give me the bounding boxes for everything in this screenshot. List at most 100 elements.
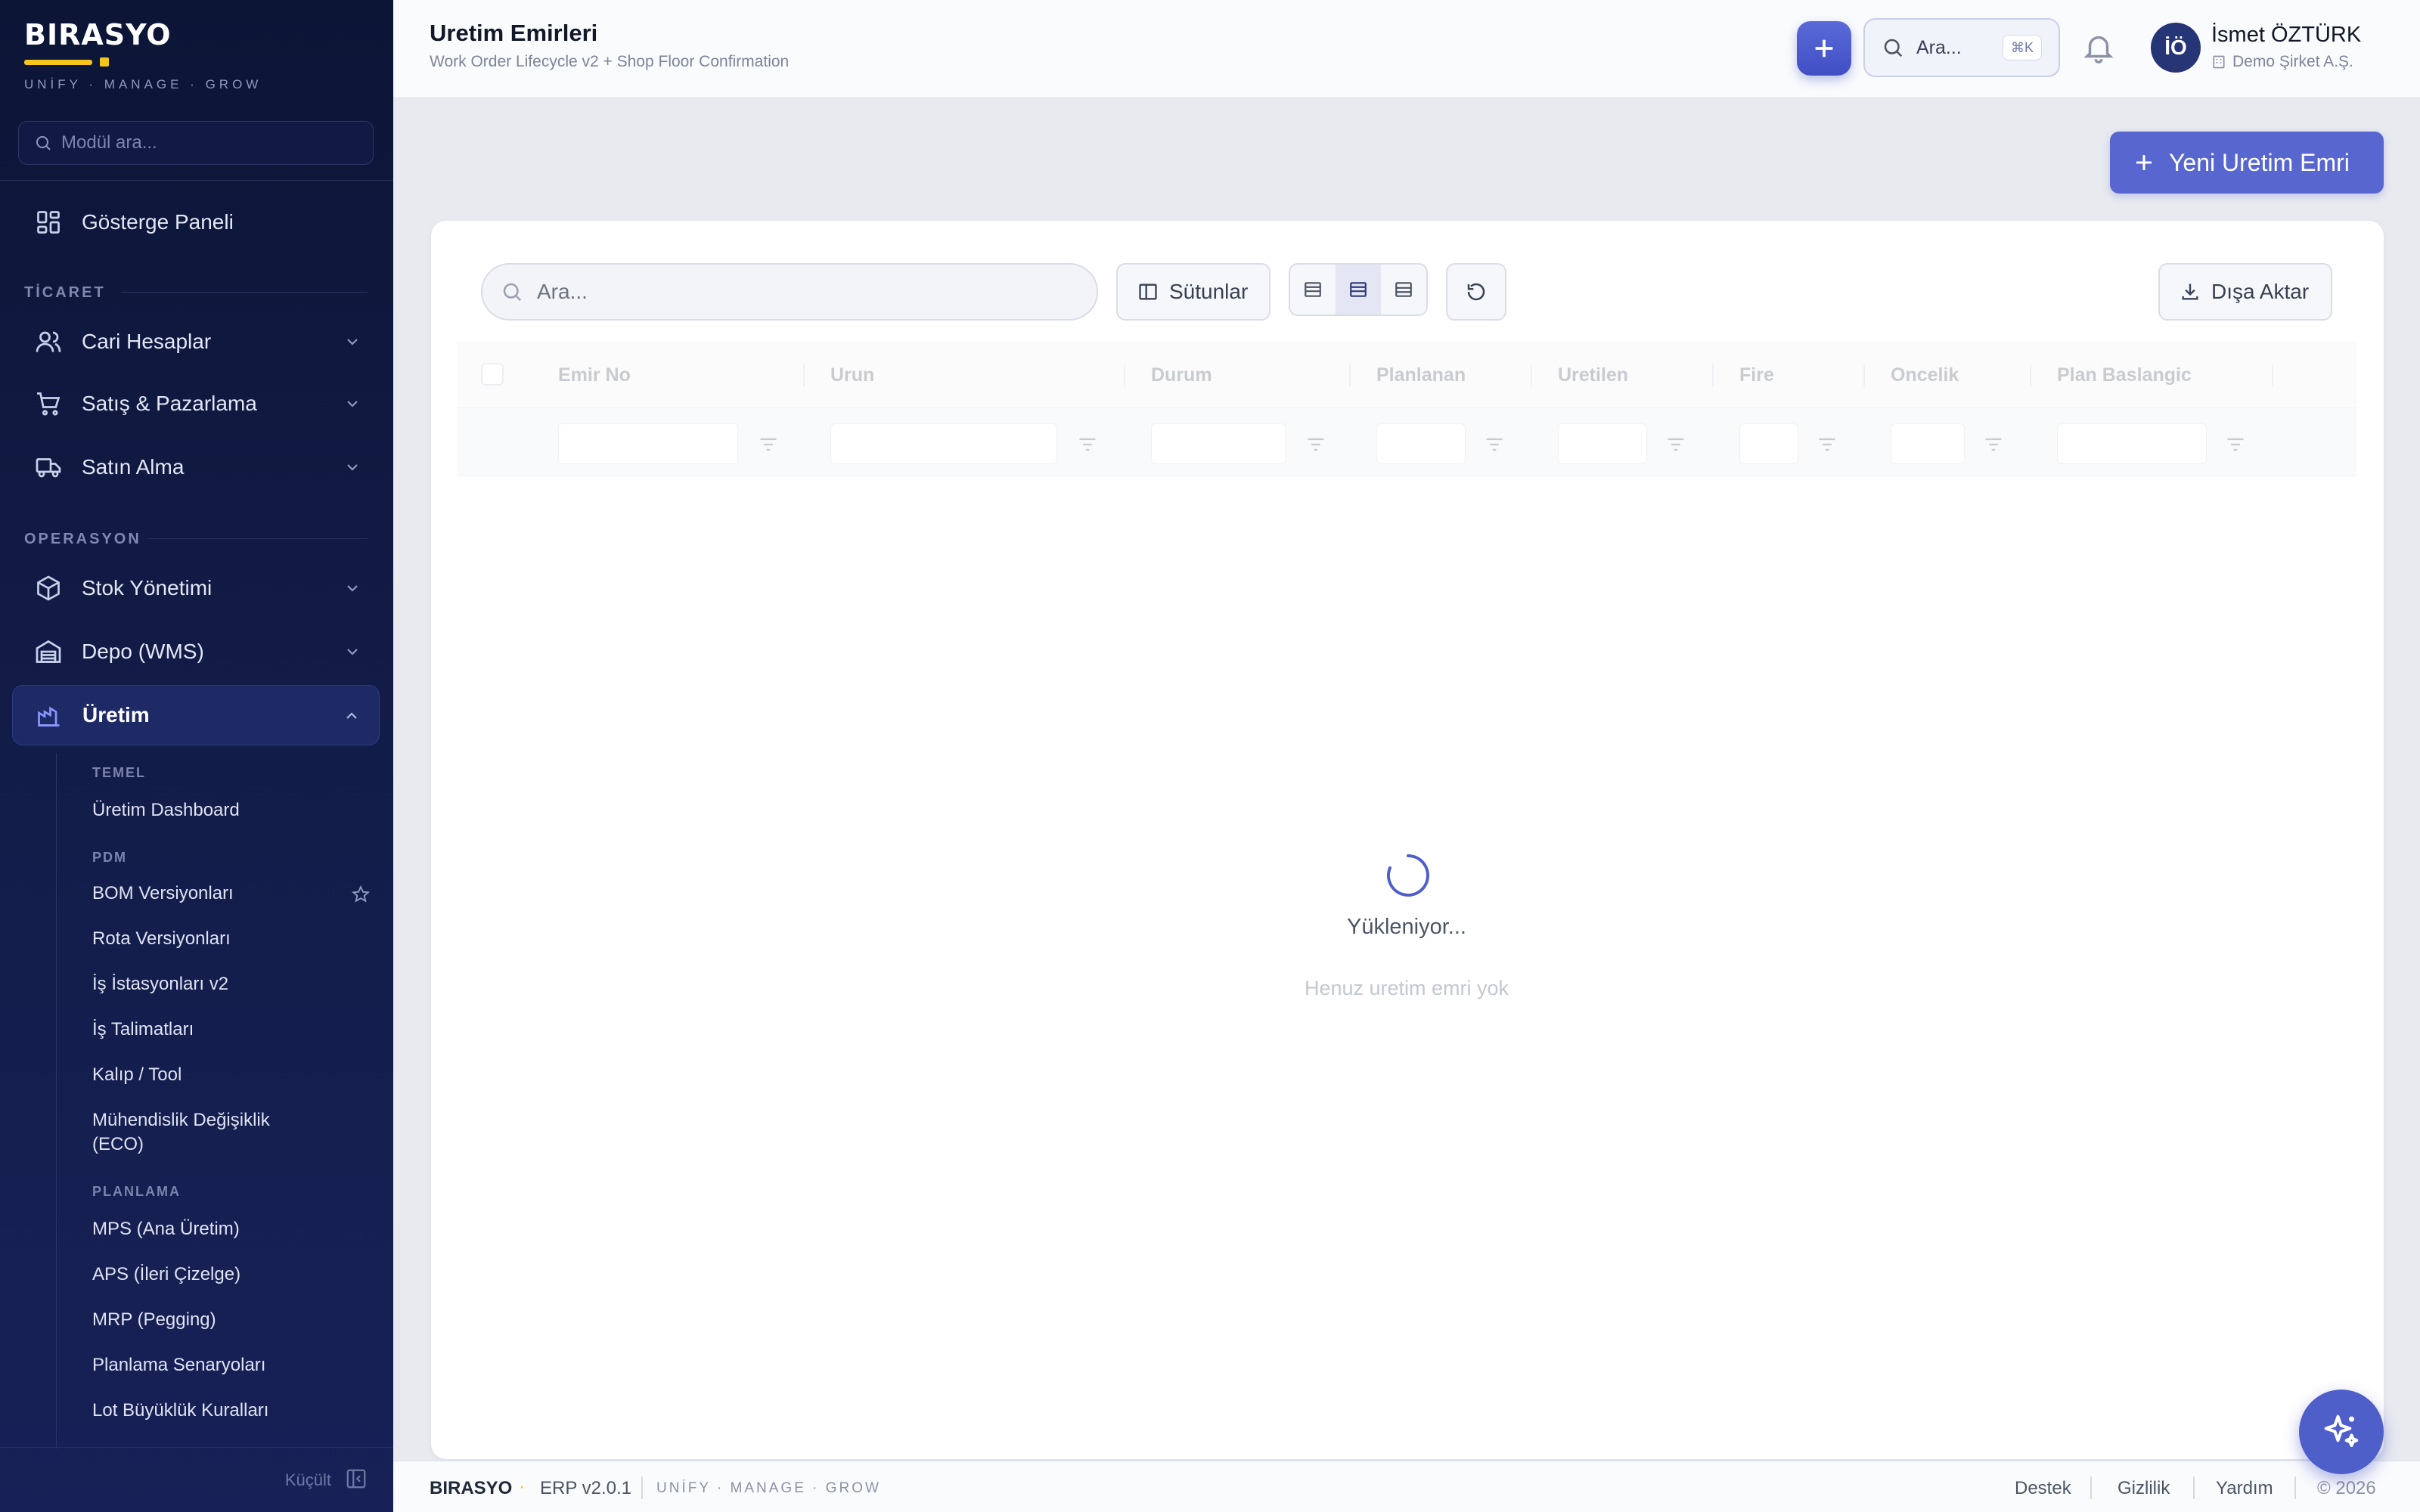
filter-icon[interactable]: [1665, 434, 1686, 455]
refresh-icon: [1467, 283, 1485, 301]
column-resizer[interactable]: [1349, 364, 1351, 387]
data-grid: Emir No Urun Durum Planlanan Uretilen Fi…: [457, 342, 2356, 1459]
star-icon[interactable]: [351, 885, 371, 904]
new-production-order-button[interactable]: Yeni Uretim Emri: [2110, 132, 2384, 194]
column-resizer[interactable]: [1712, 364, 1714, 387]
sidebar-item-stok-yonetimi[interactable]: Stok Yönetimi: [12, 558, 380, 618]
filter-icon[interactable]: [1983, 434, 2004, 455]
footer-tagline: UNİFY · MANAGE · GROW: [656, 1480, 881, 1496]
cart-icon: [33, 389, 64, 419]
filter-input-uretilen[interactable]: [1558, 423, 1647, 464]
grid-search-input[interactable]: Ara...: [481, 263, 1098, 321]
submenu-item-mps[interactable]: MPS (Ana Üretim): [92, 1217, 240, 1241]
section-label-commerce: TİCARET: [24, 284, 106, 301]
sidebar-item-depo-wms[interactable]: Depo (WMS): [12, 621, 380, 682]
chevron-down-icon: [347, 649, 358, 655]
loading-spinner-icon: [1387, 854, 1429, 897]
sidebar-item-label: Stok Yönetimi: [82, 576, 213, 600]
density-standard-button[interactable]: [1336, 265, 1381, 314]
column-header-oncelik[interactable]: Oncelik: [1891, 364, 1959, 386]
density-compact-button[interactable]: [1290, 265, 1336, 314]
refresh-button[interactable]: [1446, 263, 1506, 321]
footer-version: ERP v2.0.1: [540, 1478, 631, 1498]
quick-create-button[interactable]: [1797, 21, 1851, 76]
submenu-item-rota-versiyonlari[interactable]: Rota Versiyonları: [92, 927, 231, 951]
filter-input-planlanan[interactable]: [1376, 423, 1466, 464]
column-header-uretilen[interactable]: Uretilen: [1558, 364, 1628, 386]
chevron-down-icon: [347, 464, 358, 471]
submenu-heading-pdm: PDM: [92, 850, 127, 865]
submenu-item-lot-buyukluk[interactable]: Lot Büyüklük Kuralları: [92, 1399, 268, 1423]
submenu-item-is-talimatlari[interactable]: İş Talimatları: [92, 1018, 194, 1042]
export-button[interactable]: Dışa Aktar: [2158, 263, 2332, 321]
column-resizer[interactable]: [803, 364, 805, 387]
sidebar-collapse-button[interactable]: Küçült: [0, 1447, 393, 1512]
density-comfortable-button[interactable]: [1381, 265, 1426, 314]
plus-icon: [1815, 39, 1833, 57]
footer-divider: [2294, 1476, 2296, 1499]
brand-tagline: UNİFY · MANAGE · GROW: [24, 77, 262, 91]
filter-input-oncelik[interactable]: [1891, 423, 1965, 464]
footer-divider: [2090, 1476, 2092, 1499]
submenu-item-planlama-senaryolari[interactable]: Planlama Senaryoları: [92, 1353, 265, 1377]
columns-button[interactable]: Sütunlar: [1116, 263, 1270, 321]
column-header-emir-no[interactable]: Emir No: [558, 364, 631, 386]
submenu-item-muhendislik-degisiklik[interactable]: Mühendislik Değişiklik: [92, 1108, 270, 1132]
bell-icon[interactable]: [2081, 30, 2116, 65]
filter-icon[interactable]: [1817, 434, 1838, 455]
column-header-planlanan[interactable]: Planlanan: [1376, 364, 1466, 386]
footer-link-yardim[interactable]: Yardım: [2216, 1478, 2273, 1499]
column-header-urun[interactable]: Urun: [830, 364, 874, 386]
column-header-fire[interactable]: Fire: [1739, 364, 1774, 386]
loading-text: Yükleniyor...: [1347, 915, 1466, 939]
filter-icon[interactable]: [1484, 434, 1505, 455]
sparkles-icon: [2324, 1414, 2359, 1448]
avatar[interactable]: İÖ: [2151, 23, 2201, 73]
column-resizer[interactable]: [1124, 364, 1125, 387]
sidebar-item-uretim[interactable]: Üretim: [12, 685, 380, 745]
global-search-button[interactable]: Ara... ⌘K: [1863, 18, 2060, 77]
filter-input-durum[interactable]: [1151, 423, 1286, 464]
sidebar-item-dashboard[interactable]: Gösterge Paneli: [12, 192, 380, 253]
column-resizer[interactable]: [2030, 364, 2031, 387]
submenu-item-kalip-tool[interactable]: Kalıp / Tool: [92, 1063, 182, 1087]
module-search-input[interactable]: Modül ara...: [18, 121, 374, 165]
filter-input-plan-baslangic[interactable]: [2057, 423, 2207, 464]
ai-assistant-button[interactable]: [2299, 1390, 2384, 1474]
filter-input-urun[interactable]: [830, 423, 1057, 464]
submenu-item-eco-suffix[interactable]: (ECO): [92, 1132, 144, 1157]
submenu-item-is-istasyonlari[interactable]: İş İstasyonları v2: [92, 972, 228, 996]
footer-divider: [641, 1476, 643, 1499]
export-label: Dışa Aktar: [2211, 280, 2310, 303]
sidebar-item-cari-hesaplar[interactable]: Cari Hesaplar: [12, 311, 380, 372]
column-resizer[interactable]: [1531, 364, 1532, 387]
submenu-item-uretim-dashboard[interactable]: Üretim Dashboard: [92, 798, 240, 823]
box-icon: [33, 573, 64, 603]
sidebar-item-satis-pazarlama[interactable]: Satış & Pazarlama: [12, 373, 380, 434]
company-name[interactable]: Demo Şirket A.Ş.: [2211, 53, 2353, 71]
chevron-down-icon: [347, 585, 358, 592]
factory-icon: [34, 700, 64, 730]
section-label-operations: OPERASYON: [24, 531, 141, 547]
column-header-plan-baslangic[interactable]: Plan Baslangic: [2057, 364, 2192, 386]
column-resizer[interactable]: [1863, 364, 1865, 387]
filter-icon[interactable]: [2225, 434, 2246, 455]
select-all-checkbox[interactable]: [481, 363, 504, 386]
submenu-item-mrp[interactable]: MRP (Pegging): [92, 1308, 216, 1332]
filter-icon[interactable]: [1077, 434, 1098, 455]
user-name[interactable]: İsmet ÖZTÜRK: [2211, 23, 2361, 48]
submenu-item-aps[interactable]: APS (İleri Çizelge): [92, 1263, 240, 1287]
footer-link-destek[interactable]: Destek: [2015, 1478, 2071, 1499]
column-resizer[interactable]: [2272, 364, 2273, 387]
brand-logo[interactable]: BIRASYO UNİFY · MANAGE · GROW: [24, 18, 262, 92]
sidebar-item-satin-alma[interactable]: Satın Alma: [12, 437, 380, 497]
submenu-item-bom-versiyonlari[interactable]: BOM Versiyonları: [92, 881, 234, 906]
filter-icon[interactable]: [1305, 434, 1326, 455]
filter-icon[interactable]: [758, 434, 779, 455]
filter-input-emir-no[interactable]: [558, 423, 738, 464]
column-header-durum[interactable]: Durum: [1151, 364, 1212, 386]
module-search-placeholder: Modül ara...: [61, 132, 157, 153]
grid-filter-row: [457, 408, 2356, 476]
filter-input-fire[interactable]: [1739, 423, 1798, 464]
footer-link-gizlilik[interactable]: Gizlilik: [2118, 1478, 2170, 1499]
